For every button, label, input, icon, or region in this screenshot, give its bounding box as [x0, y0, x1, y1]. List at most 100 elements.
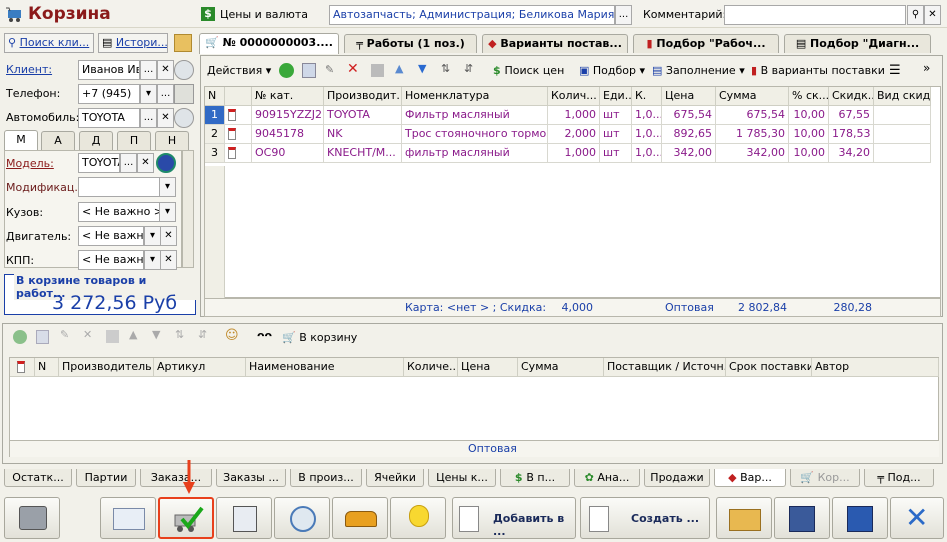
tab-batches[interactable]: Партии	[76, 469, 136, 487]
lower-column-header[interactable]: Артикул	[154, 358, 246, 377]
model-select-button[interactable]: ...	[120, 153, 137, 173]
gearbox-dropdown[interactable]: ▾	[144, 250, 161, 270]
client-search-button[interactable]: ⚲ Поиск кли...	[4, 33, 94, 53]
lower-sort-asc-icon[interactable]: ⇅	[175, 328, 184, 341]
copy-icon[interactable]	[302, 63, 316, 78]
table-cell[interactable]: 10,00	[789, 125, 829, 144]
create-button[interactable]: Создать ...	[580, 497, 710, 539]
lower-column-header[interactable]: Наименование	[246, 358, 404, 377]
column-header[interactable]: Сумма	[716, 87, 789, 106]
table-cell[interactable]	[874, 125, 931, 144]
table-row[interactable]: 3 OC90 KNECHT/M... фильтр масляный 1,000 шт 1,…	[205, 144, 941, 163]
tab-cart[interactable]: 🛒 Кор...	[790, 469, 860, 487]
tab-n[interactable]: Н	[155, 131, 189, 150]
table-cell[interactable]	[874, 144, 931, 163]
more-icon[interactable]: »	[923, 61, 930, 75]
lower-column-header[interactable]: Автор	[812, 358, 939, 377]
model-clear-button[interactable]: ✕	[137, 153, 154, 173]
add-to-button[interactable]: Добавить в ...	[452, 497, 576, 539]
tab-stock[interactable]: Остатк...	[4, 469, 72, 487]
tab-works[interactable]: ╤ Работы (1 поз.)	[344, 34, 477, 53]
table-cell[interactable]: NK	[324, 125, 402, 144]
phone-select-button[interactable]: ...	[157, 84, 174, 104]
phone-dropdown-button[interactable]: ▾	[140, 84, 157, 104]
save-button[interactable]	[832, 497, 888, 539]
tab-variants[interactable]: ◆ Вар...	[714, 469, 786, 487]
table-cell[interactable]: 892,65	[662, 125, 716, 144]
engine-clear-button[interactable]: ✕	[160, 226, 177, 246]
tab-in-production[interactable]: В произ...	[290, 469, 362, 487]
table-cell[interactable]: 9045178	[252, 125, 324, 144]
tab-selection-diag[interactable]: ▤ Подбор "Диагн...	[784, 34, 931, 53]
table-cell[interactable]: 1,0...	[632, 144, 662, 163]
prices-currency-link[interactable]: Цены и валюта	[220, 8, 308, 21]
table-cell[interactable]: 675,54	[716, 106, 789, 125]
lower-column-header[interactable]: N	[35, 358, 59, 377]
close-button[interactable]: ✕	[890, 497, 944, 539]
table-cell[interactable]: 342,00	[716, 144, 789, 163]
lower-edit-icon[interactable]: ✎	[60, 328, 69, 341]
to-variants-button[interactable]: ▮ В варианты поставки	[751, 64, 885, 77]
column-header[interactable]: Номенклатура	[402, 87, 548, 106]
actions-menu[interactable]: Действия ▾	[207, 64, 271, 77]
lower-column-header[interactable]: Поставщик / Источн...	[604, 358, 726, 377]
car-edit-icon[interactable]	[174, 108, 194, 128]
table-cell[interactable]: 675,54	[662, 106, 716, 125]
lower-column-header[interactable]: Производитель	[59, 358, 154, 377]
phone-icon[interactable]	[174, 84, 194, 104]
lower-down-icon[interactable]: ▼	[152, 328, 160, 341]
body-field[interactable]: < Не важно >	[78, 202, 160, 222]
client-clear-button[interactable]: ✕	[157, 60, 174, 80]
car-clear-button[interactable]: ✕	[157, 108, 174, 128]
table-cell[interactable]: 3	[205, 144, 225, 163]
table-cell[interactable]: шт	[600, 144, 632, 163]
table-cell[interactable]: 90915YZZJ2	[252, 106, 324, 125]
table-cell[interactable]: 10,00	[789, 106, 829, 125]
client-select-button[interactable]: ...	[140, 60, 157, 80]
table-cell[interactable]: 2,000	[548, 125, 600, 144]
person-icon[interactable]: ☺	[225, 328, 239, 343]
table-cell[interactable]: 1,000	[548, 144, 600, 163]
client-search-icon[interactable]	[174, 60, 194, 80]
tab-selection[interactable]: ╤ Под...	[864, 469, 934, 487]
tab-supply-variants[interactable]: ◆ Варианты постав...	[482, 34, 628, 53]
tab-in-price[interactable]: $ В п...	[500, 469, 570, 487]
tab-orders-supplier[interactable]: Заказа...	[140, 469, 212, 487]
selection-menu[interactable]: ▣ Подбор ▾	[579, 64, 645, 77]
table-cell[interactable]: 342,00	[662, 144, 716, 163]
tab-prices[interactable]: Цены к...	[428, 469, 496, 487]
table-cell[interactable]: TOYOTA	[324, 106, 402, 125]
lower-column-header[interactable]: Сумма	[518, 358, 604, 377]
move-down-icon[interactable]: ▼	[418, 62, 426, 75]
table-cell[interactable]: 2	[205, 125, 225, 144]
open-folder-button[interactable]	[716, 497, 772, 539]
table-cell[interactable]: 1	[205, 106, 225, 125]
column-header[interactable]: Цена	[662, 87, 716, 106]
model-field[interactable]: TOYOTA	[78, 153, 120, 173]
tab-orders[interactable]: Заказы ...	[216, 469, 286, 487]
sort-asc-icon[interactable]: ⇅	[441, 62, 450, 75]
table-cell[interactable]: 1,0...	[632, 106, 662, 125]
tab-m[interactable]: М	[4, 130, 38, 151]
tab-order[interactable]: 🛒 № 0000000003....	[199, 33, 339, 54]
phone-field[interactable]: +7 (945)	[78, 84, 140, 104]
table-cell[interactable]: 1,0...	[632, 125, 662, 144]
body-dropdown[interactable]: ▾	[159, 202, 176, 222]
tab-selection-work[interactable]: ▮ Подбор "Рабоч...	[633, 34, 779, 53]
car-select-button[interactable]: ...	[140, 108, 157, 128]
column-header[interactable]: Скидк...	[829, 87, 874, 106]
sort-desc-icon[interactable]: ⇵	[464, 62, 473, 75]
columns-icon[interactable]: ☰	[889, 63, 901, 78]
table-row[interactable]: 2 9045178 NK Трос стояночного тормоза 2,000 ш…	[205, 125, 941, 144]
search-prices-button[interactable]: $ Поиск цен	[493, 64, 564, 77]
lower-column-header[interactable]: Количе...	[404, 358, 458, 377]
table-row[interactable]: 1 90915YZZJ2 TOYOTA Фильтр масляный 1,000 шт 1…	[205, 106, 941, 125]
to-cart-button[interactable]: 🛒 В корзину	[282, 331, 357, 344]
hint-button[interactable]	[390, 497, 446, 539]
engine-dropdown[interactable]: ▾	[144, 226, 161, 246]
calculator-button[interactable]	[216, 497, 272, 539]
car-button[interactable]	[332, 497, 388, 539]
gear-icon[interactable]	[156, 153, 176, 173]
add-icon[interactable]	[279, 63, 294, 78]
lower-post-icon[interactable]	[106, 330, 119, 343]
